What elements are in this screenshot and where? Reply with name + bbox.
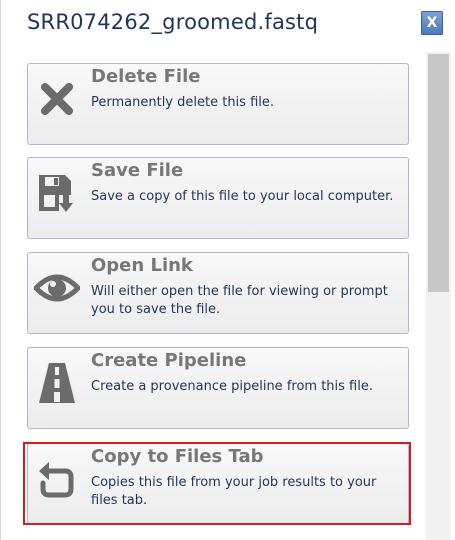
copy-arrow-icon: [32, 454, 82, 504]
menu-item-delete-file[interactable]: Delete File Permanently delete this file…: [27, 63, 409, 145]
delete-x-icon: [32, 74, 82, 124]
menu-item-label: Save File: [91, 160, 184, 181]
scrollbar-thumb[interactable]: [428, 54, 449, 292]
close-button[interactable]: X: [421, 11, 443, 35]
menu-item-save-file[interactable]: Save File Save a copy of this file to yo…: [27, 157, 409, 239]
panel-title: SRR074262_groomed.fastq: [27, 10, 319, 34]
menu-item-description: Save a copy of this file to your local c…: [91, 189, 394, 204]
menu-item-description: Permanently delete this file.: [91, 95, 275, 110]
menu-item-description: Create a provenance pipeline from this f…: [91, 379, 373, 394]
menu-item-label: Create Pipeline: [91, 350, 247, 371]
menu-item-label: Delete File: [91, 66, 201, 87]
road-icon: [32, 358, 82, 408]
menu-item-copy-to-files-tab[interactable]: Copy to Files Tab Copies this file from …: [27, 443, 409, 525]
menu-item-open-link[interactable]: Open Link Will either open the file for …: [27, 252, 409, 334]
menu-item-label: Open Link: [91, 255, 193, 276]
panel-header: SRR074262_groomed.fastq X: [1, 0, 455, 48]
save-disk-icon: [32, 168, 82, 218]
vertical-scrollbar[interactable]: [426, 52, 451, 540]
menu-item-create-pipeline[interactable]: Create Pipeline Create a provenance pipe…: [27, 347, 409, 429]
eye-icon: [32, 263, 82, 313]
menu-item-label: Copy to Files Tab: [91, 446, 264, 467]
menu-item-description: Copies this file from your job results t…: [91, 475, 377, 508]
file-actions-panel: SRR074262_groomed.fastq X Delete File Pe…: [0, 0, 455, 540]
menu-item-description: Will either open the file for viewing or…: [91, 284, 388, 317]
